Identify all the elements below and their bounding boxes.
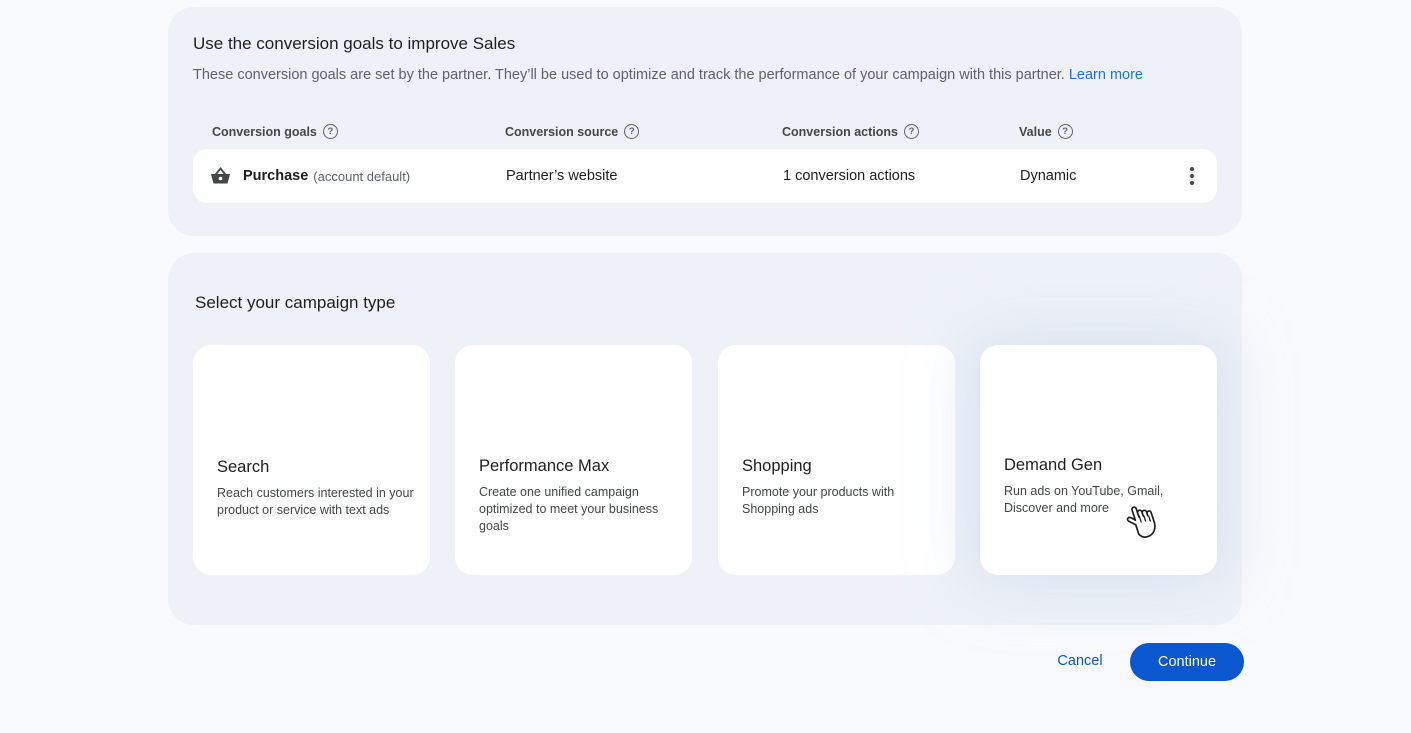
campaign-type-title: Select your campaign type <box>195 293 396 312</box>
hand-pointer-icon <box>1126 506 1156 539</box>
help-icon[interactable]: ? <box>322 124 338 139</box>
campaign-card-shopping[interactable]: Shopping Promote your products with Shop… <box>718 345 955 575</box>
campaign-type-panel: Select your campaign type Search Reach c… <box>168 253 1242 625</box>
actions-cell: 1 conversion actions <box>783 168 916 184</box>
card-title: Shopping <box>742 457 812 475</box>
help-icon[interactable]: ? <box>624 124 640 139</box>
help-icon[interactable]: ? <box>904 124 919 139</box>
campaign-card-search[interactable]: Search Reach customers interested in you… <box>193 345 430 575</box>
header-conversion-source-label: Conversion source <box>505 124 619 139</box>
header-value: Value ? <box>1019 124 1073 139</box>
conversion-goals-description: These conversion goals are set by the pa… <box>193 67 1143 83</box>
conversion-goals-title: Use the conversion goals to improve Sale… <box>193 34 516 53</box>
conversion-goal-row[interactable]: Purchase (account default) Partner’s web… <box>193 149 1217 203</box>
card-description: Create one unified campaign optimized to… <box>479 485 659 533</box>
card-description: Run ads on YouTube, Gmail, Discover and … <box>1004 484 1164 515</box>
shopping-basket-icon <box>211 167 230 184</box>
source-cell: Partner’s website <box>506 168 618 184</box>
card-title: Performance Max <box>479 457 610 475</box>
header-conversion-actions: Conversion actions ? <box>782 124 919 139</box>
header-conversion-actions-label: Conversion actions <box>782 124 898 139</box>
card-title: Search <box>217 458 270 476</box>
header-conversion-goals: Conversion goals ? <box>212 124 338 139</box>
goal-name: Purchase <box>243 168 309 184</box>
help-icon[interactable]: ? <box>1057 124 1073 139</box>
card-title: Demand Gen <box>1004 456 1103 474</box>
conversion-goals-panel: Use the conversion goals to improve Sale… <box>168 7 1242 236</box>
goal-cell: Purchase (account default) <box>210 149 410 203</box>
card-description: Promote your products with Shopping ads <box>742 485 895 516</box>
campaign-card-demand-gen[interactable]: Demand Gen Run ads on YouTube, Gmail, Di… <box>980 345 1217 575</box>
value-cell: Dynamic <box>1020 168 1077 184</box>
description-text: These conversion goals are set by the pa… <box>193 67 1065 83</box>
header-conversion-source: Conversion source ? <box>505 124 640 139</box>
goal-note: (account default) <box>313 168 411 184</box>
more-vert-icon[interactable] <box>1189 167 1195 185</box>
header-value-label: Value <box>1019 124 1052 139</box>
header-conversion-goals-label: Conversion goals <box>212 124 317 139</box>
cancel-button[interactable]: Cancel <box>1042 642 1118 680</box>
card-description: Reach customers interested in your produ… <box>217 486 414 517</box>
campaign-card-performance-max[interactable]: Performance Max Create one unified campa… <box>455 345 692 575</box>
learn-more-link[interactable]: Learn more <box>1069 67 1143 83</box>
continue-button[interactable]: Continue <box>1130 643 1244 681</box>
